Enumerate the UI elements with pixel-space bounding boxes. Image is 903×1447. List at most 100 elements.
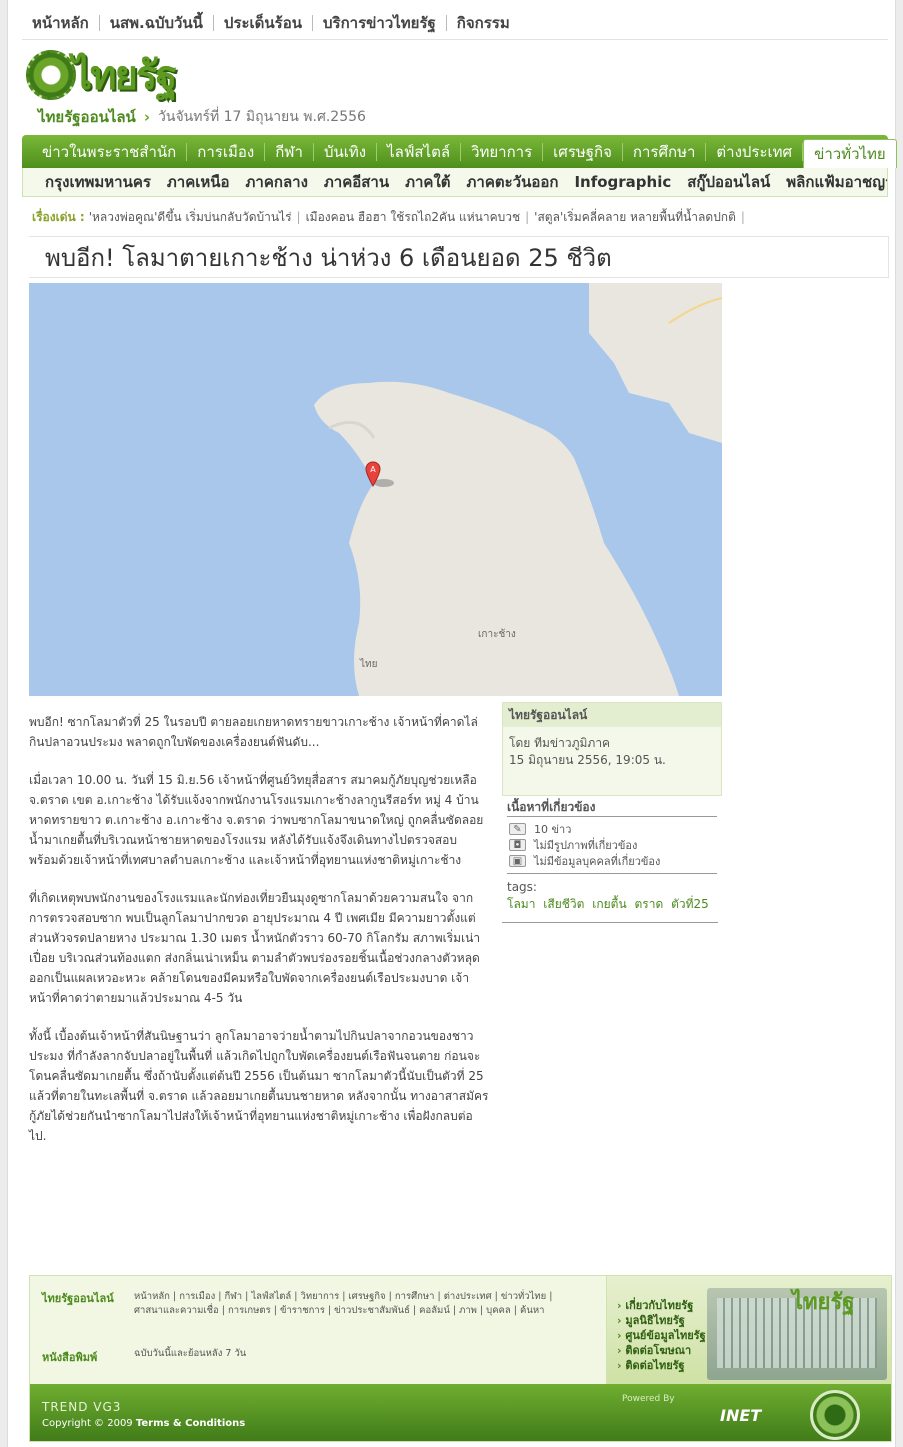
tag-link[interactable]: ตราด — [634, 897, 663, 911]
subnav-northeast[interactable]: ภาคอีสาน — [316, 170, 397, 194]
subnav-south[interactable]: ภาคใต้ — [397, 170, 458, 194]
footer-section-print: หนังสือพิมพ์ — [42, 1351, 98, 1364]
article-body: พบอีก! ซากโลมาตัวที่ 25 ในรอบปี ตายลอยเก… — [29, 712, 489, 1164]
footer-link[interactable]: ข่าวประชาสัมพันธ์ — [334, 1305, 410, 1316]
inet-logo[interactable]: INET — [720, 1406, 761, 1425]
divider: | — [740, 210, 745, 224]
subnav-bangkok[interactable]: กรุงเทพมหานคร — [37, 170, 159, 194]
nav-local-news[interactable]: ข่าวทั่วไทย — [803, 139, 897, 168]
footer-link[interactable]: บุคคล — [486, 1305, 511, 1316]
breadcrumb-site[interactable]: ไทยรัฐออนไลน์ — [38, 105, 136, 129]
nav-foreign[interactable]: ต่างประเทศ — [706, 142, 804, 161]
subnav-scoop[interactable]: สกู๊ปออนไลน์ — [679, 170, 778, 194]
nav-royal-news[interactable]: ข่าวในพระราชสำนัก — [32, 142, 188, 161]
divider: | — [449, 1305, 460, 1316]
footer-link[interactable]: ภาพ — [459, 1305, 477, 1316]
footer-link[interactable]: เศรษฐกิจ — [348, 1291, 385, 1302]
tags-label: tags: — [507, 880, 537, 894]
footer-links-print[interactable]: ฉบับวันนี้และย้อนหลัง 7 วัน — [134, 1346, 574, 1361]
footer-link[interactable]: ค้นหา — [520, 1305, 544, 1316]
tag-list: โลมา เสียชีวิต เกยตื้น ตราด ตัวที่25 — [502, 895, 722, 914]
footer-links-online: หน้าหลัก | การเมือง | กีฬา | ไลฟ์สไตล์ |… — [134, 1290, 574, 1318]
nav-politics[interactable]: การเมือง — [187, 142, 266, 161]
footer-menu-datacenter[interactable]: ศูนย์ข้อมูลไทยรัฐ — [617, 1328, 705, 1343]
divider: | — [434, 1291, 444, 1302]
divider: | — [324, 1305, 335, 1316]
map-marker-icon[interactable]: A — [365, 461, 381, 487]
subnav-crime-file[interactable]: พลิกแฟ้มอาชญากรรม — [778, 170, 887, 194]
headline-link[interactable]: 'หลวงพ่อคูณ'ดีขึ้น เริ่มบ่นกลับวัดบ้านไร… — [89, 208, 292, 227]
emblem-logo-icon — [810, 1390, 860, 1440]
footer-right-panel: ไทยรัฐ เกี่ยวกับไทยรัฐ มูลนิธิไทยรัฐ ศูน… — [606, 1276, 891, 1384]
headline-link[interactable]: 'สตูล'เริ่มคลี่คลาย หลายพื้นที่น้ำลดปกติ — [534, 208, 736, 227]
copyright: Copyright © 2009 Terms & Conditions — [42, 1418, 245, 1429]
footer-right-menu: เกี่ยวกับไทยรัฐ มูลนิธิไทยรัฐ ศูนย์ข้อมู… — [617, 1298, 706, 1373]
featured-headlines: เรื่องเด่น : 'หลวงพ่อคูณ'ดีขึ้น เริ่มบ่น… — [32, 206, 888, 228]
chevron-right-icon: › — [143, 108, 151, 126]
footer-menu-advertise[interactable]: ติดต่อโฆษณา — [617, 1343, 706, 1358]
footer-link[interactable]: คอลัมน์ — [419, 1305, 450, 1316]
nav-education[interactable]: การศึกษา — [623, 142, 707, 161]
article-info-box: ไทยรัฐออนไลน์ โดย ทีมข่าวภูมิภาค 15 มิถุ… — [502, 702, 722, 796]
footer-link[interactable]: ต่างประเทศ — [444, 1291, 492, 1302]
nav-sports[interactable]: กีฬา — [265, 142, 314, 161]
article-title-box: พบอีก! โลมาตายเกาะช้าง น่าห่วง 6 เดือนยอ… — [29, 236, 889, 278]
nav-entertainment[interactable]: บันเทิง — [314, 142, 378, 161]
tag-link[interactable]: ตัวที่25 — [671, 897, 709, 911]
gear-logo-icon — [26, 50, 76, 100]
toplink-home[interactable]: หน้าหลัก — [22, 15, 99, 31]
divider — [507, 873, 717, 874]
tag-link[interactable]: โลมา — [507, 897, 535, 911]
related-photos-row: ◘ ไม่มีรูปภาพที่เกี่ยวข้อง — [502, 837, 722, 853]
footer-link[interactable]: ไลฟ์สไตล์ — [251, 1291, 291, 1302]
map-view[interactable]: A เกาะช้าง ไทย — [29, 283, 722, 696]
footer-link[interactable]: หน้าหลัก — [134, 1291, 170, 1302]
author: โดย ทีมข่าวภูมิภาค — [509, 736, 611, 750]
subnav-east[interactable]: ภาคตะวันออก — [459, 170, 567, 194]
copyright-text: Copyright © 2009 — [42, 1418, 133, 1429]
nav-economy[interactable]: เศรษฐกิจ — [543, 142, 623, 161]
article-paragraph: ที่เกิดเหตุพบพนักงานของโรงแรมและนักท่องเ… — [29, 891, 481, 1005]
footer-bottom-bar: TREND VG3 Copyright © 2009 Terms & Condi… — [30, 1384, 891, 1441]
toplink-activities[interactable]: กิจกรรม — [445, 14, 520, 31]
toplink-services[interactable]: บริการข่าวไทยรัฐ — [312, 14, 446, 31]
footer-menu-about[interactable]: เกี่ยวกับไทยรัฐ — [617, 1298, 706, 1313]
subnav-infographic[interactable]: Infographic — [566, 173, 679, 191]
footer-link[interactable]: ข่าวทั่วไทย — [501, 1291, 546, 1302]
footer-menu-contact[interactable]: ติดต่อไทยรัฐ — [617, 1358, 706, 1373]
top-links: หน้าหลัก นสพ.ฉบับวันนี้ ประเด็นร้อน บริก… — [22, 6, 888, 40]
divider: | — [525, 210, 530, 224]
trend-logo: TREND VG3 — [42, 1400, 122, 1414]
footer-link[interactable]: การเกษตร — [228, 1305, 271, 1316]
sub-nav: กรุงเทพมหานคร ภาคเหนือ ภาคกลาง ภาคอีสาน … — [22, 168, 888, 197]
article-paragraph: พบอีก! ซากโลมาตัวที่ 25 ในรอบปี ตายลอยเก… — [29, 715, 478, 749]
nav-lifestyle[interactable]: ไลฟ์สไตล์ — [377, 142, 462, 161]
divider: | — [296, 210, 301, 224]
breadcrumb: ไทยรัฐออนไลน์ › วันจันทร์ที่ 17 มิถุนายน… — [38, 107, 366, 127]
nav-science[interactable]: วิทยาการ — [461, 142, 544, 161]
site-logo[interactable]: ไทยรัฐ — [26, 47, 216, 103]
related-news-row[interactable]: ✎ 10 ข่าว — [502, 821, 722, 837]
subnav-central[interactable]: ภาคกลาง — [238, 170, 316, 194]
related-content: เนื้อหาที่เกี่ยวข้อง ✎ 10 ข่าว ◘ ไม่มีรู… — [502, 796, 722, 923]
toplink-today-paper[interactable]: นสพ.ฉบับวันนี้ — [98, 14, 213, 31]
divider: | — [242, 1291, 252, 1302]
toplink-hot-issues[interactable]: ประเด็นร้อน — [212, 14, 312, 31]
subnav-north[interactable]: ภาคเหนือ — [159, 170, 238, 194]
news-icon: ✎ — [509, 823, 526, 835]
headline-link[interactable]: เมืองคอน ฮือฮา ใช้รถไถ2คัน แห่นาคบวช — [306, 208, 521, 227]
map-label-island: เกาะช้าง — [478, 629, 516, 640]
infobox-body: โดย ทีมข่าวภูมิภาค 15 มิถุนายน 2556, 19:… — [503, 727, 721, 777]
footer-link[interactable]: วิทยาการ — [300, 1291, 339, 1302]
tag-link[interactable]: เกยตื้น — [592, 897, 626, 911]
tag-link[interactable]: เสียชีวิต — [543, 897, 584, 911]
footer-link[interactable]: การเมือง — [179, 1291, 215, 1302]
footer-link[interactable]: ข้าราชการ — [280, 1305, 325, 1316]
footer-link[interactable]: การศึกษา — [395, 1291, 435, 1302]
footer-menu-foundation[interactable]: มูลนิธิไทยรัฐ — [617, 1313, 706, 1328]
divider: | — [476, 1305, 487, 1316]
divider — [507, 816, 717, 817]
terms-link[interactable]: Terms & Conditions — [136, 1418, 245, 1429]
footer-link[interactable]: กีฬา — [224, 1291, 242, 1302]
footer-link[interactable]: ศาสนาและความเชื่อ — [134, 1305, 219, 1316]
